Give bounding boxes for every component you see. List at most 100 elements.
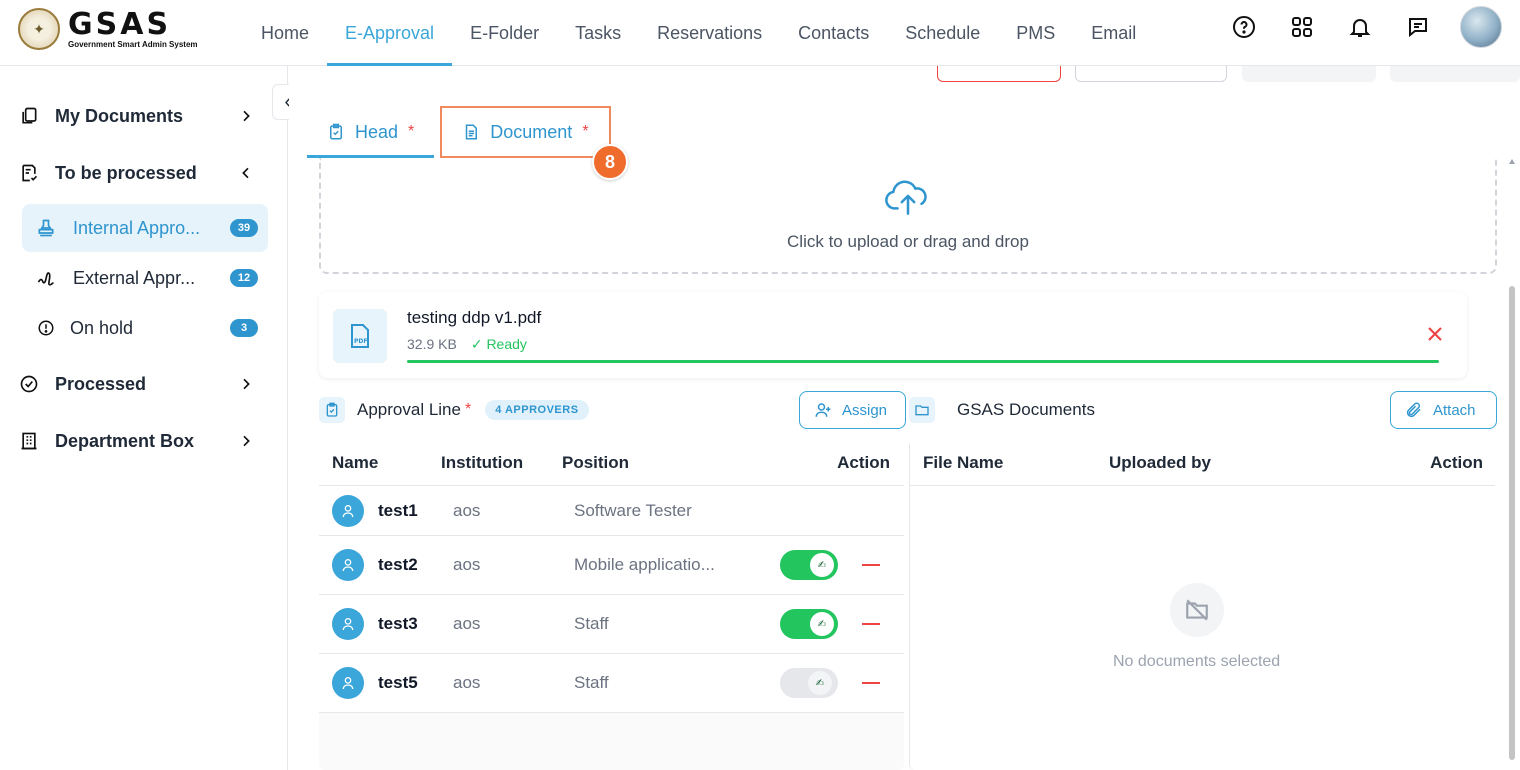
approver-position: Staff: [574, 673, 609, 692]
table-header: Name Institution Position Action: [319, 440, 904, 486]
government-seal-icon: ✦: [18, 8, 60, 50]
approval-line-header: Approval Line * 4 APPROVERS: [319, 392, 589, 428]
nav-contacts[interactable]: Contacts: [780, 0, 887, 66]
check-circle-icon: [18, 373, 40, 395]
paperclip-icon: [1406, 402, 1421, 418]
empty-state: No documents selected: [1113, 583, 1280, 671]
sidebar-item-label: Department Box: [55, 430, 195, 451]
assign-button[interactable]: Assign: [799, 391, 906, 429]
sidebar-item-label: To be processed: [55, 162, 197, 183]
required-marker: *: [582, 123, 589, 140]
approver-position: Software Tester: [574, 500, 692, 520]
remove-file-button[interactable]: [1421, 320, 1449, 348]
document-icon: [466, 124, 478, 140]
attach-label: Attach: [1433, 401, 1476, 419]
file-name: testing ddp v1.pdf: [407, 308, 542, 327]
close-icon: [1428, 327, 1442, 341]
table-row: test3 aos Staff ✍: [319, 595, 904, 654]
tab-label: Document: [490, 121, 573, 142]
nav-email[interactable]: Email: [1073, 0, 1154, 66]
signature-toggle[interactable]: ✍: [780, 668, 838, 698]
required-marker: *: [408, 123, 415, 140]
header-action-button[interactable]: [1390, 66, 1520, 82]
upload-progress-fill: [407, 360, 1439, 363]
approval-table: Name Institution Position Action test1 a…: [319, 440, 904, 770]
brand-subtitle: Government Smart Admin System: [68, 39, 198, 49]
scrollbar-thumb[interactable]: [1509, 286, 1515, 760]
signature-toggle[interactable]: ✍: [780, 609, 838, 639]
column-header: Action: [837, 452, 890, 472]
nav-schedule[interactable]: Schedule: [887, 0, 998, 66]
main-content: Head * Document * 8 Click to upload or d…: [289, 66, 1520, 770]
remove-approver-button[interactable]: [862, 564, 880, 566]
chevron-right-icon: [243, 378, 250, 390]
column-header: Position: [562, 452, 630, 472]
help-icon[interactable]: [1228, 11, 1260, 43]
sidebar-item-my-documents[interactable]: My Documents: [18, 96, 270, 136]
attach-button[interactable]: Attach: [1390, 391, 1497, 429]
sidebar-item-processed[interactable]: Processed: [18, 364, 270, 404]
column-header: File Name: [923, 452, 1004, 472]
header-action-button[interactable]: [1075, 66, 1227, 82]
add-user-icon: [815, 403, 831, 417]
table-row: test1 aos Software Tester: [319, 486, 904, 536]
approver-position: Mobile applicatio...: [574, 555, 715, 574]
sidebar: My Documents To be processed Internal Ap…: [0, 66, 288, 770]
main-scrollbar[interactable]: [1508, 158, 1516, 768]
bell-icon[interactable]: [1344, 11, 1376, 43]
nav-tasks[interactable]: Tasks: [557, 0, 639, 66]
sidebar-item-internal-approval[interactable]: Internal Appro... 39: [22, 204, 268, 252]
sidebar-item-department-box[interactable]: Department Box: [18, 421, 270, 461]
remove-approver-button[interactable]: [862, 623, 880, 625]
header-action-button[interactable]: [1242, 66, 1376, 82]
header-action-button[interactable]: [937, 66, 1061, 82]
tab-label: Head: [355, 121, 399, 142]
upload-progress-bar: [407, 360, 1439, 363]
building-icon: [18, 430, 40, 452]
nav-e-approval[interactable]: E-Approval: [327, 0, 453, 66]
column-header: Action: [1430, 452, 1483, 472]
main-nav: Home E-Approval E-Folder Tasks Reservati…: [243, 0, 1154, 66]
required-marker: *: [464, 401, 472, 418]
chevron-right-icon: [243, 435, 250, 447]
approver-institution: aos: [453, 614, 481, 633]
brand-logo[interactable]: ✦ GSAS Government Smart Admin System: [18, 8, 198, 50]
no-documents-icon: [1169, 583, 1224, 637]
file-size: 32.9 KB: [407, 336, 457, 352]
sidebar-item-label: Internal Appro...: [73, 217, 201, 238]
chat-icon[interactable]: [1402, 11, 1434, 43]
sidebar-item-to-be-processed[interactable]: To be processed: [18, 153, 270, 193]
svg-text:PDF: PDF: [354, 338, 367, 345]
tab-document[interactable]: Document *: [440, 106, 611, 158]
form-tabs: Head * Document *: [307, 106, 611, 158]
approvers-count-pill: 4 APPROVERS: [485, 400, 589, 420]
table-row: test2 aos Mobile applicatio... ✍: [319, 536, 904, 595]
chevron-right-icon: [243, 110, 250, 122]
sidebar-item-on-hold[interactable]: On hold 3: [22, 304, 268, 352]
sidebar-item-label: On hold: [70, 317, 134, 338]
nav-e-folder[interactable]: E-Folder: [452, 0, 557, 66]
apps-grid-icon[interactable]: [1286, 11, 1318, 43]
column-header: Name: [332, 452, 379, 472]
user-icon: [332, 608, 364, 640]
sidebar-item-label: My Documents: [55, 105, 184, 126]
gsas-documents-header: GSAS Documents: [909, 392, 1095, 428]
clipboard-check-icon: [319, 397, 345, 423]
sidebar-item-external-approval[interactable]: External Appr... 12: [22, 254, 268, 302]
clipboard-check-icon: [330, 123, 342, 140]
nav-pms[interactable]: PMS: [998, 0, 1073, 66]
chevron-left-icon: [242, 167, 249, 179]
remove-approver-button[interactable]: [862, 682, 880, 684]
file-upload-dropzone[interactable]: Click to upload or drag and drop: [319, 158, 1497, 274]
folder-icon: [909, 397, 935, 423]
approver-position: Staff: [574, 614, 609, 633]
sidebar-item-label: Processed: [55, 373, 147, 394]
cloud-upload-icon: [885, 180, 927, 215]
user-avatar[interactable]: [1460, 6, 1502, 48]
tab-head[interactable]: Head *: [307, 106, 435, 158]
nav-reservations[interactable]: Reservations: [639, 0, 780, 66]
signature-toggle[interactable]: ✍: [780, 550, 838, 580]
brand-name: GSAS: [68, 6, 172, 42]
nav-home[interactable]: Home: [243, 0, 327, 66]
signature-icon: ✍: [808, 671, 832, 695]
